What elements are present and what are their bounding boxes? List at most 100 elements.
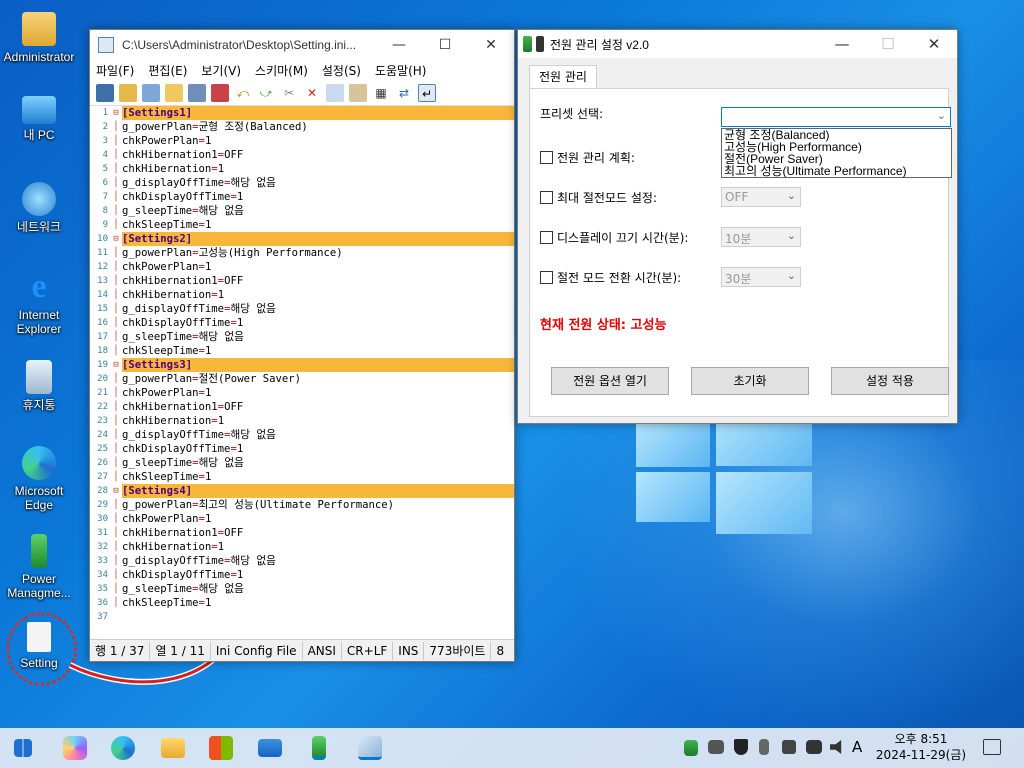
desktop-icon-recycle-bin[interactable]: 휴지통 xyxy=(1,360,77,412)
fold-toggle-icon[interactable]: ⊟ xyxy=(110,484,122,498)
desktop-icon-power-management[interactable]: Power Managme... xyxy=(1,534,77,600)
code-line[interactable]: 9 │ chkSleepTime=1 xyxy=(90,218,514,232)
mail-icon[interactable] xyxy=(258,739,282,757)
fold-toggle-icon[interactable]: ⊟ xyxy=(110,358,122,372)
desktop-icon-my-pc[interactable]: 내 PC xyxy=(1,96,77,142)
code-line[interactable]: 25 │ chkDisplayOffTime=1 xyxy=(90,442,514,456)
maximize-button[interactable]: ☐ xyxy=(422,30,468,60)
minimize-button[interactable]: — xyxy=(376,30,422,60)
code-line[interactable]: 12 │ chkPowerPlan=1 xyxy=(90,260,514,274)
undo-icon[interactable]: ⤺ xyxy=(234,84,252,102)
close-button[interactable]: ✕ xyxy=(468,30,514,60)
menu-file[interactable]: 파일(F) xyxy=(96,62,134,79)
menu-schema[interactable]: 스키마(M) xyxy=(255,62,308,79)
code-line[interactable]: 22 │ chkHibernation1=OFF xyxy=(90,400,514,414)
store-icon[interactable] xyxy=(209,736,233,760)
paste-icon[interactable] xyxy=(349,83,367,102)
battery-tray-icon[interactable] xyxy=(684,740,698,756)
copilot-icon[interactable] xyxy=(63,736,87,760)
network-tray-icon[interactable] xyxy=(806,740,822,754)
code-line[interactable]: 6 │ g_displayOffTime=해당 없음 xyxy=(90,176,514,190)
fold-toggle-icon[interactable]: ⊟ xyxy=(110,106,122,120)
sleep-select[interactable]: 30분 ⌄ xyxy=(721,267,801,287)
section-header-line[interactable]: 19 ⊟ [Settings3] xyxy=(90,358,514,372)
vmware-tray-icon[interactable] xyxy=(708,740,724,754)
menu-settings[interactable]: 설정(S) xyxy=(322,62,361,79)
desktop-icon-internet-explorer[interactable]: e Internet Explorer xyxy=(1,270,77,337)
new-file-icon[interactable] xyxy=(96,83,114,102)
copy-icon[interactable] xyxy=(326,83,344,102)
clock[interactable]: 오후 8:51 2024-11-29(금) xyxy=(872,731,970,763)
code-line[interactable]: 2 │ g_powerPlan=균형 조정(Balanced) xyxy=(90,120,514,134)
code-line[interactable]: 32 │ chkHibernation=1 xyxy=(90,540,514,554)
code-line[interactable]: 18 │ chkSleepTime=1 xyxy=(90,344,514,358)
power-settings-window[interactable]: 전원 관리 설정 v2.0 — ☐ ✕ 전원 관리 프리셋 선택: ⌄ 균형 조… xyxy=(517,29,958,424)
code-line[interactable]: 29 │ g_powerPlan=최고의 성능(Ultimate Performan… xyxy=(90,498,514,512)
code-line[interactable]: 21 │ chkPowerPlan=1 xyxy=(90,386,514,400)
edge-icon[interactable] xyxy=(111,736,135,760)
code-line[interactable]: 23 │ chkHibernation=1 xyxy=(90,414,514,428)
code-line[interactable]: 34 │ chkDisplayOffTime=1 xyxy=(90,568,514,582)
cut-icon[interactable]: ✂ xyxy=(280,84,298,102)
max-saver-select[interactable]: OFF ⌄ xyxy=(721,187,801,207)
ime-indicator[interactable]: A xyxy=(852,738,862,756)
notification-icon[interactable] xyxy=(983,739,1001,755)
fold-toggle-icon[interactable]: ⊟ xyxy=(110,232,122,246)
preset-select[interactable]: ⌄ xyxy=(721,107,951,127)
code-line[interactable]: 36 │ chkSleepTime=1 xyxy=(90,596,514,610)
find-icon[interactable]: ▦ xyxy=(372,84,390,102)
notepad-titlebar[interactable]: C:\Users\Administrator\Desktop\Setting.i… xyxy=(90,30,514,60)
start-icon[interactable] xyxy=(14,739,32,757)
code-line[interactable]: 17 │ g_sleepTime=해당 없음 xyxy=(90,330,514,344)
code-line[interactable]: 4 │ chkHibernation1=OFF xyxy=(90,148,514,162)
code-line[interactable]: 30 │ chkPowerPlan=1 xyxy=(90,512,514,526)
code-line[interactable]: 27 │ chkSleepTime=1 xyxy=(90,470,514,484)
sleep-checkbox[interactable] xyxy=(540,271,553,284)
save-as-icon[interactable] xyxy=(211,83,229,102)
display-off-select[interactable]: 10분 ⌄ xyxy=(721,227,801,247)
code-line[interactable]: 20 │ g_powerPlan=절전(Power Saver) xyxy=(90,372,514,386)
code-line[interactable]: 31 │ chkHibernation1=OFF xyxy=(90,526,514,540)
close-button[interactable]: ✕ xyxy=(911,35,957,53)
file-explorer-icon[interactable] xyxy=(161,738,185,758)
maximize-button[interactable]: ☐ xyxy=(865,35,911,53)
menu-help[interactable]: 도움말(H) xyxy=(375,62,427,79)
code-line[interactable]: 5 │ chkHibernation=1 xyxy=(90,162,514,176)
word-wrap-icon[interactable]: ↵ xyxy=(418,83,436,102)
open-folder-icon[interactable] xyxy=(119,83,137,102)
power-app-taskbar-icon[interactable] xyxy=(312,736,326,760)
code-line[interactable]: 8 │ g_sleepTime=해당 없음 xyxy=(90,204,514,218)
power-titlebar[interactable]: 전원 관리 설정 v2.0 — ☐ ✕ xyxy=(518,30,957,58)
new-document-icon[interactable] xyxy=(142,83,160,102)
camera-icon[interactable] xyxy=(782,740,796,754)
plan-checkbox[interactable] xyxy=(540,151,553,164)
volume-icon[interactable] xyxy=(830,740,842,754)
usb-icon[interactable] xyxy=(759,739,769,755)
delete-icon[interactable]: ✕ xyxy=(303,84,321,102)
menu-view[interactable]: 보기(V) xyxy=(201,62,241,79)
code-line[interactable]: 14 │ chkHibernation=1 xyxy=(90,288,514,302)
code-line[interactable]: 26 │ g_sleepTime=해당 없음 xyxy=(90,456,514,470)
section-header-line[interactable]: 10 ⊟ [Settings2] xyxy=(90,232,514,246)
code-line[interactable]: 13 │ chkHibernation1=OFF xyxy=(90,274,514,288)
minimize-button[interactable]: — xyxy=(819,35,865,53)
section-header-line[interactable]: 1 ⊟ [Settings1] xyxy=(90,106,514,120)
apply-settings-button[interactable]: 설정 적용 xyxy=(831,367,949,395)
editor-area[interactable]: 1 ⊟ [Settings1] 2 │ g_powerPlan=균형 조정(Balance… xyxy=(90,106,514,660)
notepad-taskbar-icon[interactable] xyxy=(358,736,382,760)
open-power-options-button[interactable]: 전원 옵션 열기 xyxy=(551,367,669,395)
display-off-checkbox[interactable] xyxy=(540,231,553,244)
code-line[interactable]: 11 │ g_powerPlan=고성능(High Performance) xyxy=(90,246,514,260)
code-line[interactable]: 15 │ g_displayOffTime=해당 없음 xyxy=(90,302,514,316)
display-off-row[interactable]: 디스플레이 끄기 시간(분): xyxy=(540,229,688,246)
code-line[interactable]: 3 │ chkPowerPlan=1 xyxy=(90,134,514,148)
replace-icon[interactable]: ⇄ xyxy=(395,84,413,102)
code-line[interactable]: 37 xyxy=(90,610,514,624)
preset-option[interactable]: 최고의 성능(Ultimate Performance) xyxy=(722,165,951,177)
max-saver-row[interactable]: 최대 절전모드 설정: xyxy=(540,189,657,206)
plan-row[interactable]: 전원 관리 계획: xyxy=(540,149,635,166)
desktop-icon-administrator[interactable]: Administrator xyxy=(1,12,77,64)
code-line[interactable]: 7 │ chkDisplayOffTime=1 xyxy=(90,190,514,204)
sleep-row[interactable]: 절전 모드 전환 시간(분): xyxy=(540,269,681,286)
code-line[interactable]: 16 │ chkDisplayOffTime=1 xyxy=(90,316,514,330)
